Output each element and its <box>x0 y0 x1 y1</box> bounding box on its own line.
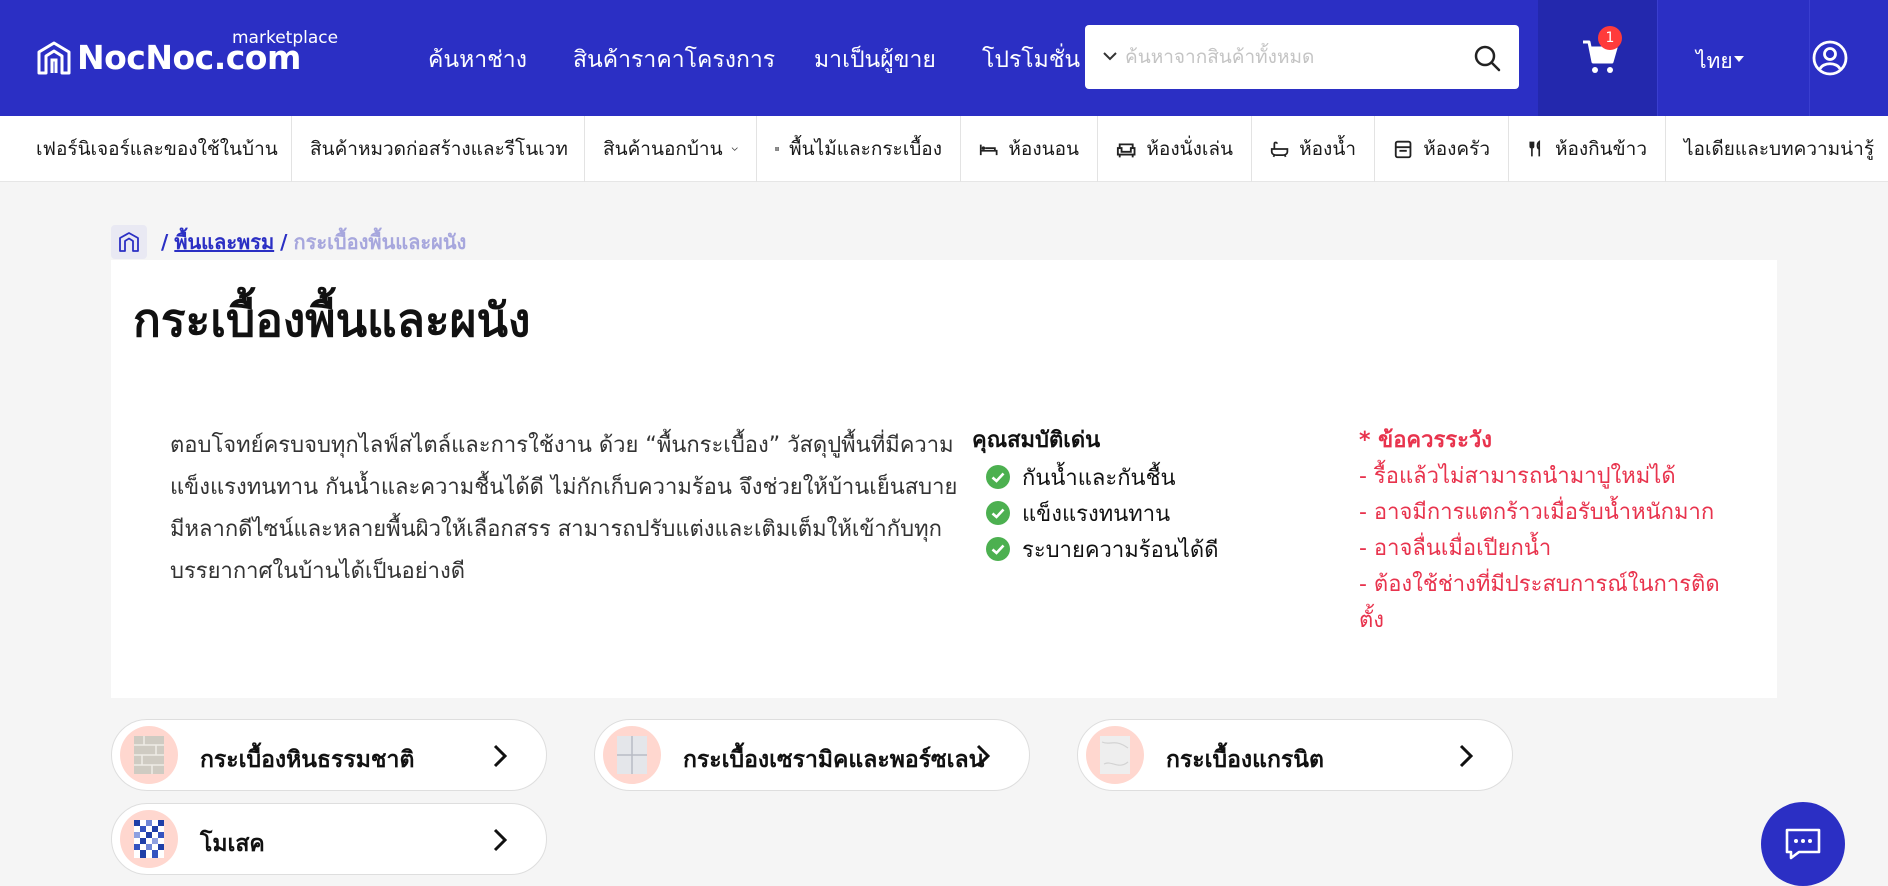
chevron-right-icon <box>976 744 991 768</box>
chevron-right-icon <box>493 828 508 852</box>
check-circle-icon <box>986 465 1010 489</box>
feature-label: ระบายความร้อนได้ดี <box>1022 537 1219 563</box>
chevron-right-icon <box>1459 744 1474 768</box>
cart-button[interactable] <box>1538 0 1657 116</box>
feature-item: แข็งแรงทนทาน <box>972 495 1292 531</box>
chat-button[interactable] <box>1761 802 1845 886</box>
category-ideas-articles[interactable]: ไอเดียและบทความน่ารู้ <box>1666 116 1888 182</box>
utensils-icon <box>1529 140 1541 157</box>
category-description: ตอบโจทย์ครบจบทุกไลฟ์สไตล์และการใช้งาน ด้… <box>170 425 1070 593</box>
category-label: สินค้าหมวดก่อสร้างและรีโนเวท <box>310 138 568 160</box>
tile-grid-icon <box>775 147 779 151</box>
feature-item: กันน้ำและกันชื้น <box>972 459 1292 495</box>
chat-icon <box>1785 828 1821 860</box>
search-scope-chevron-icon[interactable] <box>1101 47 1119 65</box>
home-icon <box>119 232 139 252</box>
breadcrumb-current: กระเบื้องพื้นและผนัง <box>293 230 467 254</box>
subcategory-granite[interactable]: กระเบื้องแกรนิต <box>1077 719 1513 791</box>
breadcrumb-separator: / <box>280 230 288 254</box>
check-circle-icon <box>986 537 1010 561</box>
category-living-room[interactable]: ห้องนั่งเล่น <box>1098 116 1252 182</box>
category-label: ห้องนอน <box>1008 138 1079 160</box>
category-bar: เฟอร์นิเจอร์และของใช้ในบ้าน สินค้าหมวดก่… <box>0 116 1888 182</box>
description-line: บรรยากาศในบ้านได้เป็นอย่างดี <box>170 559 465 584</box>
category-label: ไอเดียและบทความน่ารู้ <box>1684 138 1875 160</box>
warnings-list: * ข้อควรระวัง - รื้อแล้วไม่สามารถนำมาปูใ… <box>1359 422 1749 639</box>
description-line: ตอบโจทย์ครบจบทุกไลฟ์สไตล์และการใช้งาน ด้… <box>170 433 954 458</box>
caret-down-icon <box>1734 56 1744 62</box>
category-label: พื้นไม้และกระเบื้อง <box>789 138 942 160</box>
language-label: ไทย <box>1696 49 1733 73</box>
logo-house-icon <box>37 41 71 75</box>
features-list: คุณสมบัติเด่น กันน้ำและกันชื้น แข็งแรงทน… <box>972 422 1292 567</box>
warning-item: ตั้ง <box>1359 608 1385 633</box>
logo-subtitle: marketplace <box>232 28 339 48</box>
category-bedroom[interactable]: ห้องนอน <box>961 116 1098 182</box>
nav-project-price[interactable]: สินค้าราคาโครงการ <box>573 42 775 78</box>
nav-become-seller[interactable]: มาเป็นผู้ขาย <box>814 42 936 78</box>
category-label: เฟอร์นิเจอร์และของใช้ในบ้าน <box>36 138 278 160</box>
chevron-right-icon <box>493 744 508 768</box>
category-furniture[interactable]: เฟอร์นิเจอร์และของใช้ในบ้าน <box>18 116 292 182</box>
top-header: NocNoc.com marketplace ค้นหาช่าง สินค้าร… <box>0 0 1888 116</box>
description-line: แข็งแรงทนทาน กันน้ำและความชื้นได้ดี ไม่ก… <box>170 475 958 500</box>
category-info-card: กระเบื้องพื้นและผนัง ตอบโจทย์ครบจบทุกไลฟ… <box>111 260 1777 698</box>
category-label: ห้องนั่งเล่น <box>1146 138 1233 160</box>
category-label: สินค้านอกบ้าน <box>603 138 723 160</box>
page-title: กระเบื้องพื้นและผนัง <box>133 293 531 347</box>
category-outdoor[interactable]: สินค้านอกบ้าน <box>585 116 757 182</box>
category-label: ห้องน้ำ <box>1299 138 1356 160</box>
features-title: คุณสมบัติเด่น <box>972 428 1101 453</box>
description-line: มีหลากดีไซน์และหลายพื้นผิวให้เลือกสรร สา… <box>170 517 942 542</box>
subcategory-label: กระเบื้องแกรนิต <box>1166 747 1324 773</box>
breadcrumb-separator: / <box>161 230 169 254</box>
warning-item: - อาจลื่นเมื่อเปียกน้ำ <box>1359 536 1552 561</box>
check-circle-icon <box>986 501 1010 525</box>
nav-promotions[interactable]: โปรโมชั่น <box>982 42 1080 78</box>
category-floor-tiles[interactable]: พื้นไม้และกระเบื้อง <box>757 116 961 182</box>
category-label: ห้องครัว <box>1423 138 1490 160</box>
stone-tile-thumbnail <box>120 726 178 784</box>
sofa-icon <box>1116 143 1136 158</box>
logo[interactable]: NocNoc.com marketplace <box>36 28 338 84</box>
warning-item: - รื้อแล้วไม่สามารถนำมาปูใหม่ได้ <box>1359 464 1676 489</box>
search-icon[interactable] <box>1473 44 1501 72</box>
category-kitchen[interactable]: ห้องครัว <box>1375 116 1509 182</box>
warnings-title: * ข้อควรระวัง <box>1359 428 1493 453</box>
subcategory-mosaic[interactable]: โมเสค <box>111 803 547 875</box>
mosaic-tile-thumbnail <box>120 810 178 868</box>
breadcrumb: / พื้นและพรม / กระเบื้องพื้นและผนัง <box>111 224 466 260</box>
cart-count-badge: 1 <box>1598 26 1622 50</box>
language-selector[interactable]: ไทย <box>1657 0 1810 116</box>
feature-item: ระบายความร้อนได้ดี <box>972 531 1292 567</box>
granite-tile-thumbnail <box>1086 726 1144 784</box>
feature-label: กันน้ำและกันชื้น <box>1022 465 1176 491</box>
search-bar <box>1085 25 1519 89</box>
warning-item: - อาจมีการแตกร้าวเมื่อรับน้ำหนักมาก <box>1359 500 1715 525</box>
subcategory-label: โมเสค <box>200 831 265 857</box>
breadcrumb-home[interactable] <box>111 225 147 259</box>
feature-label: แข็งแรงทนทาน <box>1022 501 1171 527</box>
stove-icon <box>1394 140 1412 159</box>
category-bathroom[interactable]: ห้องน้ำ <box>1252 116 1375 182</box>
ceramic-tile-thumbnail <box>603 726 661 784</box>
subcategory-natural-stone[interactable]: กระเบื้องหินธรรมชาติ <box>111 719 547 791</box>
subcategory-label: กระเบื้องเซรามิคและพอร์ซเลน <box>683 747 985 773</box>
chevron-down-icon <box>731 147 738 151</box>
bed-icon <box>979 144 998 156</box>
subcategory-ceramic-porcelain[interactable]: กระเบื้องเซรามิคและพอร์ซเลน <box>594 719 1030 791</box>
breadcrumb-parent-link[interactable]: พื้นและพรม <box>174 226 274 258</box>
category-construction[interactable]: สินค้าหมวดก่อสร้างและรีโนเวท <box>292 116 585 182</box>
search-input[interactable] <box>1125 39 1455 75</box>
bathtub-icon <box>1270 141 1289 158</box>
category-dining-room[interactable]: ห้องกินข้าว <box>1509 116 1666 182</box>
category-label: ห้องกินข้าว <box>1554 138 1647 160</box>
subcategory-label: กระเบื้องหินธรรมชาติ <box>200 747 415 773</box>
user-account-icon[interactable] <box>1812 40 1848 76</box>
nav-find-contractor[interactable]: ค้นหาช่าง <box>428 42 527 78</box>
warning-item: - ต้องใช้ช่างที่มีประสบการณ์ในการติด <box>1359 572 1720 597</box>
